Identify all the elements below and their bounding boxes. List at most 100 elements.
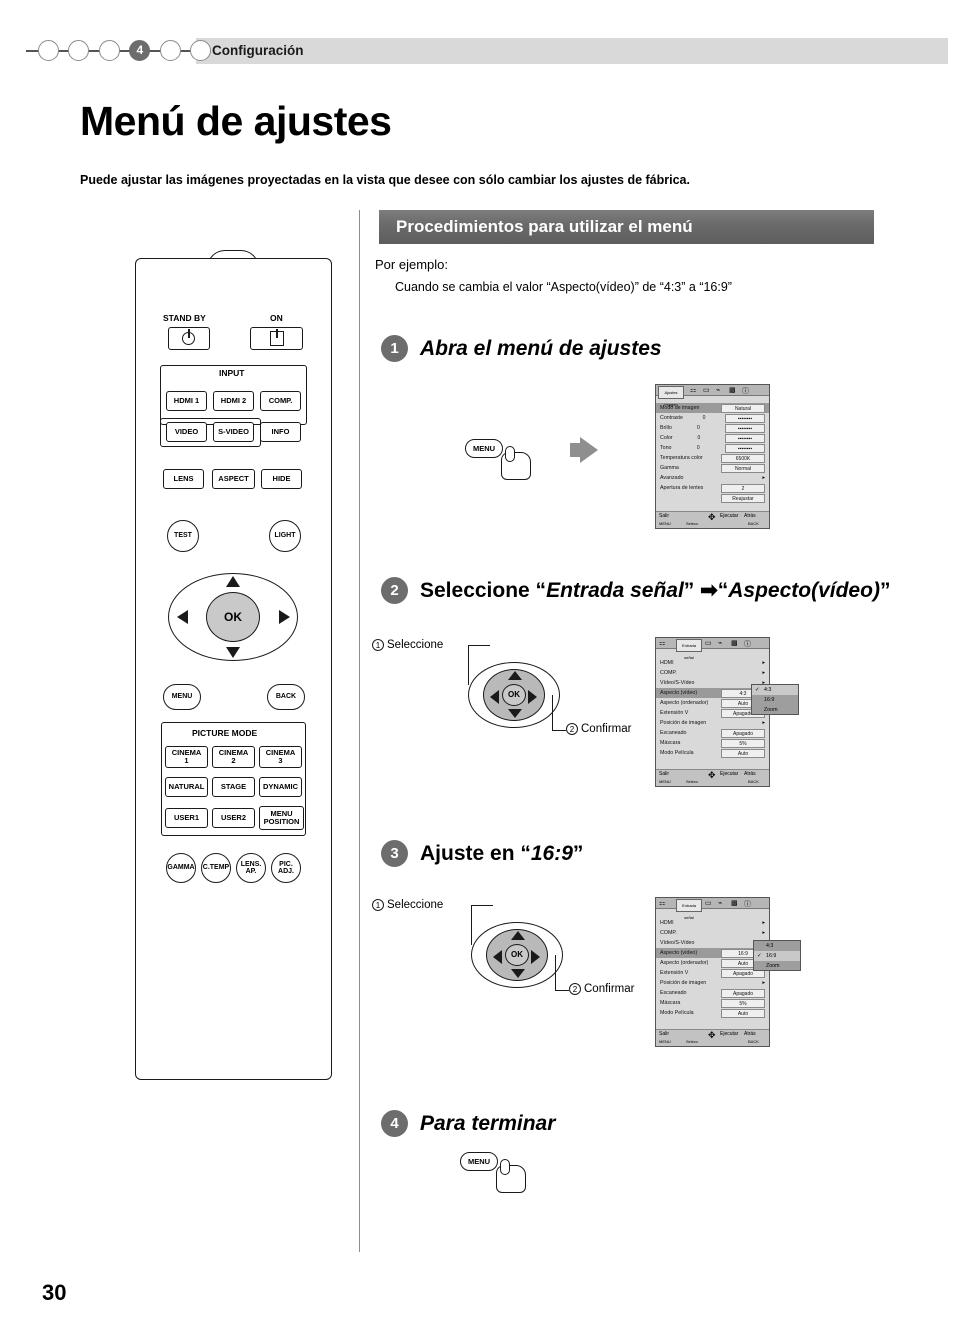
remote-button-user2[interactable]: USER2 — [212, 808, 255, 828]
popup-option-zoom[interactable]: Zoom — [754, 961, 800, 971]
remote-button-cinema2[interactable]: CINEMA 2 — [212, 746, 255, 768]
remote-button-lens-ap[interactable]: LENS. AP. — [236, 853, 266, 883]
remote-button-user1[interactable]: USER1 — [165, 808, 208, 828]
osd-row-avanzado[interactable]: Avanzado ▸ — [656, 473, 769, 483]
osd-row-modo-pelicula[interactable]: Modo Película Auto — [656, 748, 769, 758]
remote-ok-button[interactable]: OK — [206, 592, 260, 642]
osd-row-value: Natural — [721, 403, 765, 413]
osd-row-gamma[interactable]: Gamma Normal — [656, 463, 769, 473]
remote-button-menu[interactable]: MENU — [163, 684, 201, 710]
mini-dpad-up-icon-2[interactable] — [508, 671, 522, 680]
mini-dpad-left-icon-2[interactable] — [490, 690, 499, 704]
remote-button-comp[interactable]: COMP. — [260, 391, 301, 411]
mini-dpad-up-icon-3[interactable] — [511, 931, 525, 940]
remote-button-stage[interactable]: STAGE — [212, 777, 255, 797]
osd-tab-signal-input[interactable]: Entrada señal — [676, 899, 702, 920]
remote-button-light[interactable]: LIGHT — [269, 520, 301, 552]
osd-row-mascara[interactable]: Máscara 5% — [656, 738, 769, 748]
osd-icon-display[interactable]: ▭ — [705, 899, 712, 907]
osd-tab-image-settings[interactable]: Ajustes Imagen — [658, 386, 684, 407]
remote-button-lens[interactable]: LENS — [163, 469, 204, 489]
osd-popup-aspect-2[interactable]: 4:3 ✓ 16:9 Zoom — [753, 940, 801, 971]
osd-row-modo-pelicula[interactable]: Modo Película Auto — [656, 1008, 769, 1018]
mini-dpad-ok-2[interactable]: OK — [502, 684, 526, 706]
remote-button-video[interactable]: VIDEO — [166, 422, 207, 442]
osd-row-contraste[interactable]: Contraste 0 ▪▪▪▪▪▪▪▪ — [656, 413, 769, 423]
osd-icon-display[interactable]: ▭ — [703, 386, 710, 394]
remote-button-dynamic[interactable]: DYNAMIC — [259, 777, 302, 797]
remote-button-gamma[interactable]: GAMMA — [166, 853, 196, 883]
remote-button-ctemp[interactable]: C.TEMP — [201, 853, 231, 883]
osd-slider[interactable]: ▪▪▪▪▪▪▪▪ — [725, 413, 765, 423]
osd-slider[interactable]: ▪▪▪▪▪▪▪▪ — [725, 423, 765, 433]
osd-row-posicion-imagen[interactable]: Posición de imagen ▸ — [656, 718, 769, 728]
mini-dpad-right-icon-2[interactable] — [528, 690, 537, 704]
osd-icon-function[interactable]: ▩ — [731, 899, 738, 907]
osd-icon-display[interactable]: ▭ — [705, 639, 712, 647]
osd-row-escaneado[interactable]: Escaneado Apagado — [656, 988, 769, 998]
osd-icon-image[interactable]: ⚏ — [659, 899, 665, 907]
osd-footer-exit: Salir — [659, 513, 670, 519]
callout-number-2: 2 — [566, 723, 578, 735]
osd-icon-info[interactable]: ⓘ — [744, 639, 751, 649]
remote-button-hide[interactable]: HIDE — [261, 469, 302, 489]
osd-row-escaneado[interactable]: Escaneado Apagado — [656, 728, 769, 738]
dpad-right-icon[interactable] — [279, 610, 290, 624]
menu-button-graphic-2[interactable]: MENU — [460, 1152, 498, 1171]
osd-row-color[interactable]: Color 0 ▪▪▪▪▪▪▪▪ — [656, 433, 769, 443]
osd-row-posicion-imagen[interactable]: Posición de imagen ▸ — [656, 978, 769, 988]
remote-button-info[interactable]: INFO — [260, 422, 301, 442]
popup-option-zoom[interactable]: Zoom — [752, 705, 798, 715]
remote-button-back[interactable]: BACK — [267, 684, 305, 710]
osd-popup-aspect-1[interactable]: ✓ 4:3 16:9 Zoom — [751, 684, 799, 715]
osd-icon-lens[interactable]: ⌁ — [718, 639, 722, 647]
dpad-up-icon[interactable] — [226, 576, 240, 587]
osd-icon-info[interactable]: ⓘ — [742, 386, 749, 396]
remote-button-svideo[interactable]: S-VIDEO — [213, 422, 254, 442]
osd-row-hdmi[interactable]: HDMI ▸ — [656, 918, 769, 928]
popup-option-4-3[interactable]: 4:3 — [754, 941, 800, 951]
step-2-part-a: Seleccione “ — [420, 579, 547, 602]
dpad-down-icon[interactable] — [226, 647, 240, 658]
osd-row-mascara[interactable]: Máscara 5% — [656, 998, 769, 1008]
dpad-left-icon[interactable] — [177, 610, 188, 624]
mini-dpad-left-icon-3[interactable] — [493, 950, 502, 964]
osd-icon-function[interactable]: ▩ — [731, 639, 738, 647]
mini-dpad-right-icon-3[interactable] — [531, 950, 540, 964]
osd-tab-signal-input[interactable]: Entrada señal — [676, 639, 702, 660]
remote-button-cinema3[interactable]: CINEMA 3 — [259, 746, 302, 768]
osd-row-temperatura-color[interactable]: Temperatura color 6500K — [656, 453, 769, 463]
remote-button-test[interactable]: TEST — [167, 520, 199, 552]
remote-button-natural[interactable]: NATURAL — [165, 777, 208, 797]
osd-slider[interactable]: ▪▪▪▪▪▪▪▪ — [725, 443, 765, 453]
osd-icon-lens[interactable]: ⌁ — [716, 386, 720, 394]
osd-slider[interactable]: ▪▪▪▪▪▪▪▪ — [724, 433, 765, 443]
popup-option-4-3[interactable]: ✓ 4:3 — [752, 685, 798, 695]
osd-row-reajustar[interactable]: Reajustar — [656, 493, 769, 503]
mini-dpad-down-icon-2[interactable] — [508, 709, 522, 718]
osd-icon-function[interactable]: ▩ — [729, 386, 736, 394]
mini-dpad-ok-3[interactable]: OK — [505, 944, 529, 966]
osd-icon-image[interactable]: ⚏ — [659, 639, 665, 647]
osd-row-apertura-lentes[interactable]: Apertura de lentes 2 — [656, 483, 769, 493]
on-icon-stem — [276, 329, 278, 338]
popup-option-16-9[interactable]: ✓ 16:9 — [754, 951, 800, 961]
remote-button-aspect[interactable]: ASPECT — [212, 469, 255, 489]
osd-row-comp[interactable]: COMP. ▸ — [656, 928, 769, 938]
osd-row-comp[interactable]: COMP. ▸ — [656, 668, 769, 678]
remote-button-hdmi2[interactable]: HDMI 2 — [213, 391, 254, 411]
remote-button-hdmi1[interactable]: HDMI 1 — [166, 391, 207, 411]
osd-row-hdmi[interactable]: HDMI ▸ — [656, 658, 769, 668]
remote-button-pic-adj[interactable]: PIC. ADJ. — [271, 853, 301, 883]
remote-button-menu-position[interactable]: MENU POSITION — [259, 806, 304, 830]
osd-row-tono[interactable]: Tono 0 ▪▪▪▪▪▪▪▪ — [656, 443, 769, 453]
mini-dpad-down-icon-3[interactable] — [511, 969, 525, 978]
osd-icon-info[interactable]: ⓘ — [744, 899, 751, 909]
remote-button-cinema1[interactable]: CINEMA 1 — [165, 746, 208, 768]
popup-option-16-9[interactable]: 16:9 — [752, 695, 798, 705]
osd-row-brillo[interactable]: Brillo 0 ▪▪▪▪▪▪▪▪ — [656, 423, 769, 433]
menu-button-graphic-1[interactable]: MENU — [465, 439, 503, 458]
osd-icon-signal[interactable]: ⚏ — [690, 386, 696, 394]
osd-row-label: Aspecto (vídeo) — [660, 950, 698, 956]
osd-icon-lens[interactable]: ⌁ — [718, 899, 722, 907]
